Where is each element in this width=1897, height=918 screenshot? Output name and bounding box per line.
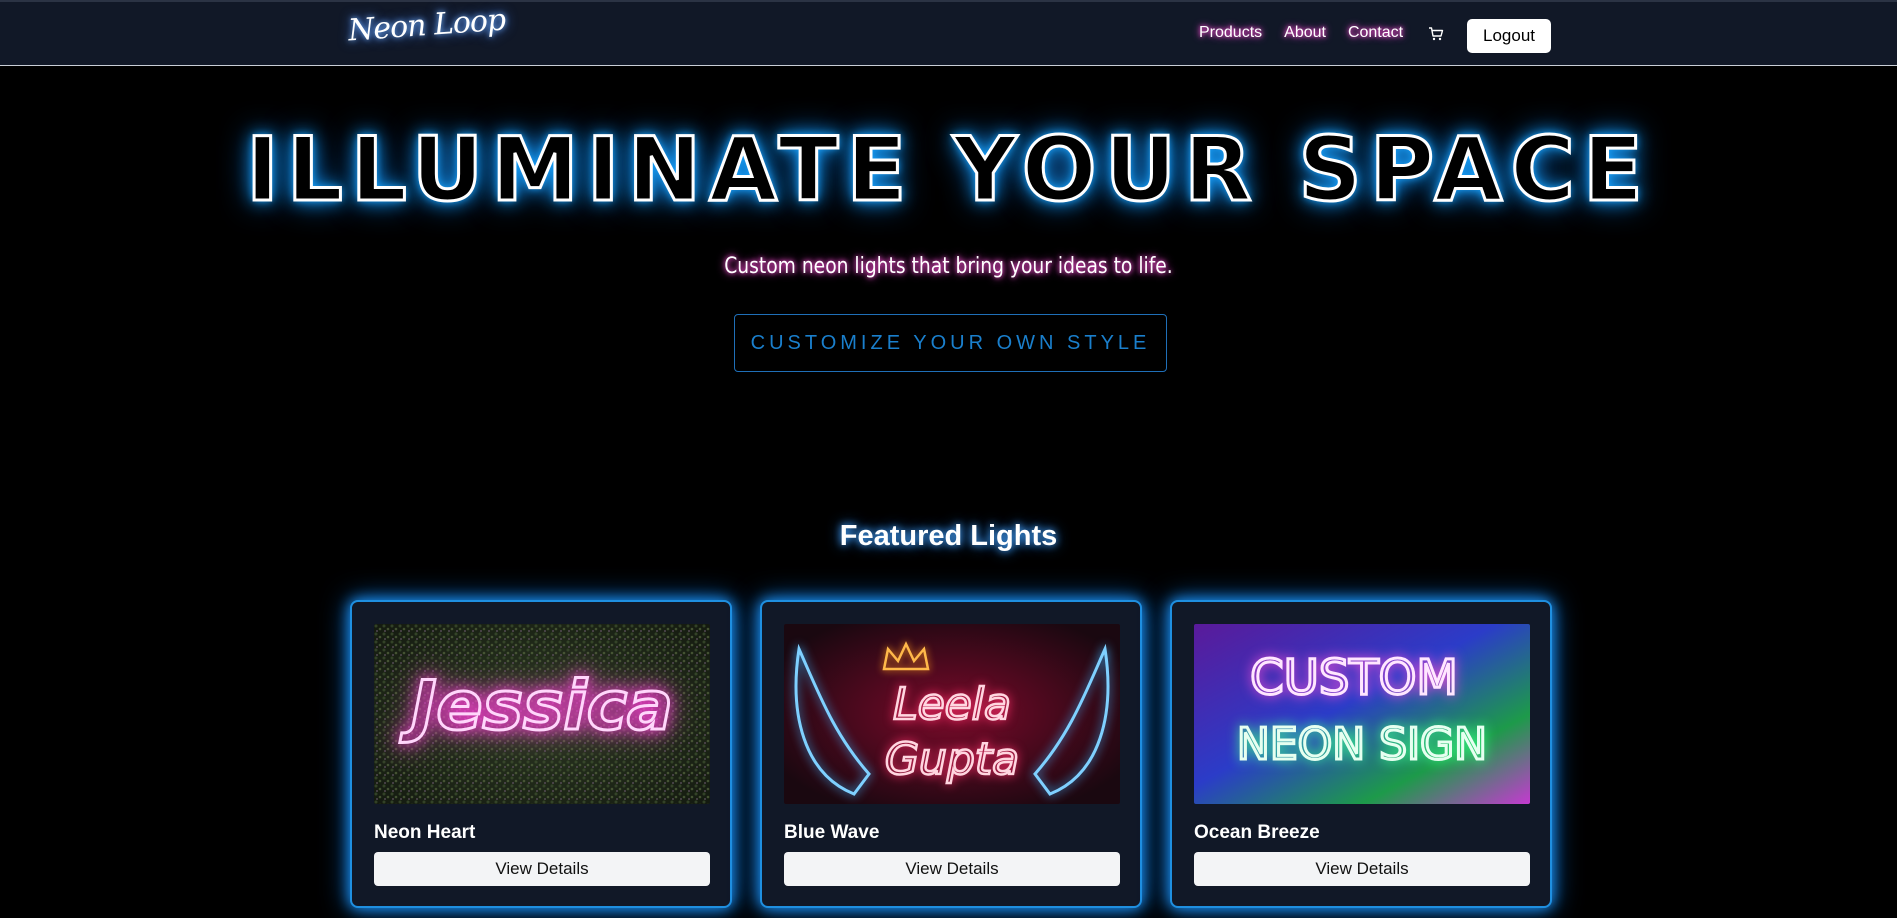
view-details-button[interactable]: View Details	[374, 852, 710, 886]
featured-title: Featured Lights	[839, 520, 1058, 552]
customize-style-button[interactable]: CUSTOMIZE YOUR OWN STYLE	[734, 314, 1167, 372]
nav-link-products[interactable]: Products	[1199, 24, 1262, 42]
hero-title: ILLUMINATE YOUR SPACE	[244, 118, 1652, 221]
product-image[interactable]: Leela Gupta	[784, 624, 1120, 804]
image-neon-text-line2: NEON SIGN	[1237, 719, 1487, 770]
view-details-button[interactable]: View Details	[784, 852, 1120, 886]
product-card: Jessica Neon Heart View Details	[350, 600, 732, 908]
nav-link-about[interactable]: About	[1284, 24, 1326, 42]
image-neon-text-line2: Gupta	[885, 734, 1019, 785]
product-image[interactable]: Jessica	[374, 624, 710, 804]
image-neon-text-line1: Leela	[893, 679, 1011, 730]
logout-button[interactable]: Logout	[1467, 19, 1551, 53]
hero-subtitle: Custom neon lights that bring your ideas…	[724, 254, 1173, 279]
image-neon-text-line1: CUSTOM	[1250, 650, 1458, 706]
image-neon-text: Jessica	[399, 667, 673, 746]
logo[interactable]: Neon Loop	[347, 3, 506, 49]
product-name: Ocean Breeze	[1194, 822, 1320, 843]
product-card: Leela Gupta Blue Wave View Details	[760, 600, 1142, 908]
product-name: Neon Heart	[374, 822, 476, 843]
product-name: Blue Wave	[784, 822, 880, 843]
view-details-button[interactable]: View Details	[1194, 852, 1530, 886]
navbar: Neon Loop Products About Contact Logout	[0, 0, 1897, 66]
cart-icon[interactable]	[1428, 26, 1444, 42]
nav-link-contact[interactable]: Contact	[1348, 24, 1403, 42]
nav-links: Products About Contact	[1199, 24, 1403, 42]
product-image[interactable]: CUSTOM NEON SIGN	[1194, 624, 1530, 804]
product-card: CUSTOM NEON SIGN Ocean Breeze View Detai…	[1170, 600, 1552, 908]
